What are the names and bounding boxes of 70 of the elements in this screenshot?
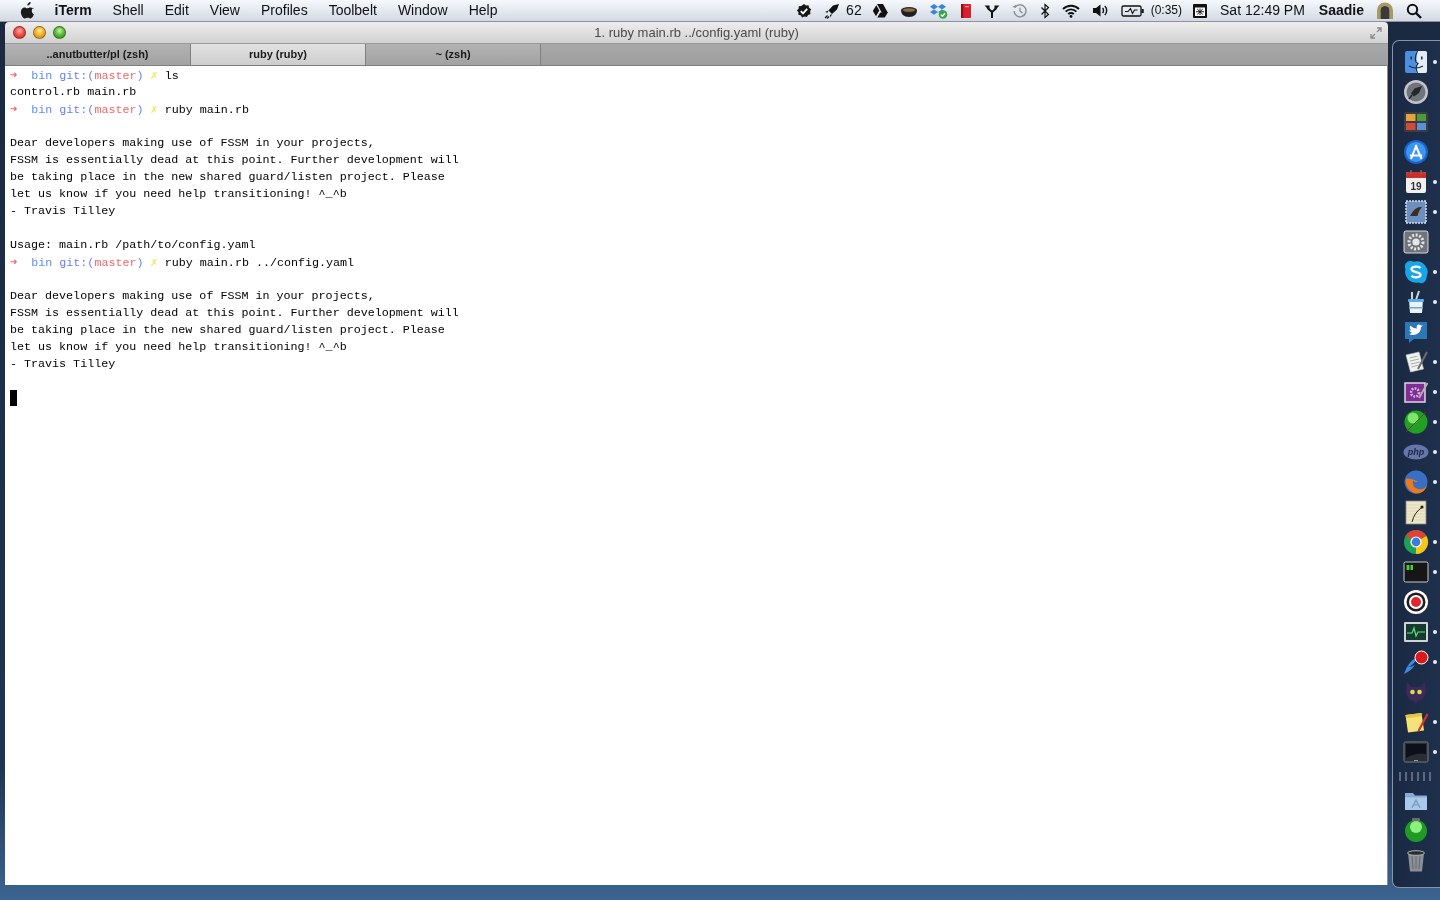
menu-clock[interactable]: Sat 12:49 PM	[1214, 0, 1313, 21]
book-icon[interactable]	[959, 2, 972, 19]
output-line: let us know if you need help transitioning! ^_^b	[10, 186, 348, 203]
prompt-line: ➜ bin git:(master) ✗ ls	[10, 67, 180, 84]
calendar-icon[interactable]: 19	[1403, 169, 1429, 195]
notification-count[interactable]: 62	[846, 0, 866, 21]
output-line: FSSM is essentially dead at this point. Further development will	[10, 305, 460, 322]
chevron-logo-icon[interactable]	[871, 3, 888, 18]
terminal-icon[interactable]	[1403, 559, 1429, 585]
expand-arrows-icon[interactable]	[1370, 26, 1382, 39]
fox-globe-icon[interactable]	[1403, 469, 1429, 495]
check-badge-icon[interactable]	[796, 2, 813, 19]
photo-grid-icon[interactable]	[1403, 109, 1429, 135]
tab[interactable]: ~ (zsh)	[366, 44, 541, 65]
rocket-disc-icon[interactable]	[1403, 79, 1429, 105]
menu-item[interactable]: Toolbelt	[318, 0, 388, 21]
record-ring-icon[interactable]	[1403, 589, 1429, 615]
output-line: - Travis Tilley	[10, 356, 117, 373]
menu-item[interactable]: Shell	[102, 0, 155, 21]
pencil-a-disc-icon[interactable]	[1403, 139, 1429, 165]
text-cursor	[10, 390, 17, 406]
output-line: - Travis Tilley	[10, 203, 117, 220]
s-cloud-icon[interactable]	[1403, 259, 1429, 285]
calendar-grid-icon[interactable]	[1192, 2, 1209, 19]
menu-item[interactable]: View	[199, 0, 251, 21]
menu-item[interactable]: Help	[458, 0, 508, 21]
output-line: control.rb main.rb	[10, 84, 138, 101]
wifi-icon[interactable]	[1061, 3, 1080, 18]
apple-logo-icon[interactable]	[20, 2, 35, 19]
menu-item[interactable]: Edit	[154, 0, 200, 21]
speaker-icon[interactable]	[1091, 3, 1109, 18]
output-line: be taking place in the new shared guard/listen project. Please	[10, 322, 446, 339]
menu-item[interactable]: Profiles	[250, 0, 319, 21]
document-pen-icon[interactable]	[1403, 349, 1429, 375]
user-name[interactable]: Saadie	[1312, 0, 1370, 21]
output-line: FSSM is essentially dead at this point. Further development will	[10, 152, 460, 169]
pulse-monitor-icon[interactable]	[1403, 619, 1429, 645]
stamp-icon[interactable]	[1403, 199, 1429, 225]
prompt-line: ➜ bin git:(master) ✗ ruby main.rb ../config.yaml	[10, 254, 356, 271]
output-line: Usage: main.rb /path/to/config.yaml	[10, 237, 257, 254]
gear-icon[interactable]	[1403, 229, 1429, 255]
tab[interactable]: ruby (ruby)	[191, 44, 366, 65]
app-menu[interactable]: iTerm	[44, 0, 103, 21]
face-tile-icon[interactable]	[1403, 49, 1429, 75]
notepad-lamp-icon[interactable]	[1403, 499, 1429, 525]
arch-icon[interactable]	[1376, 1, 1394, 20]
bluetooth-icon[interactable]	[1039, 2, 1050, 19]
rocket-icon[interactable]	[824, 2, 841, 19]
segmented-disc-icon[interactable]	[1403, 529, 1429, 555]
prompt-line: ➜ bin git:(master) ✗ ruby main.rb	[10, 101, 250, 118]
picture-gear-icon[interactable]	[1403, 379, 1429, 405]
minimize-button[interactable]	[33, 26, 46, 39]
output-line: let us know if you need help transitioning! ^_^b	[10, 339, 348, 356]
diamond-check-icon[interactable]	[929, 2, 948, 19]
comet-icon[interactable]	[1403, 649, 1429, 675]
output-line: Dear developers making use of FSSM in your projects,	[10, 288, 376, 305]
window-title: 1. ruby main.rb ../config.yaml (ruby)	[594, 23, 799, 42]
bird-bubble-icon[interactable]	[1403, 319, 1429, 345]
tab[interactable]: ..anutbutter/pl (zsh)	[5, 44, 191, 65]
output-line: be taking place in the new shared guard/listen project. Please	[10, 169, 446, 186]
search-icon[interactable]	[1406, 2, 1422, 19]
close-button[interactable]	[13, 26, 26, 39]
zoom-button[interactable]	[53, 26, 66, 39]
clock-history-icon[interactable]	[1011, 2, 1028, 19]
battery-time[interactable]: (0:35)	[1150, 0, 1187, 21]
battery-icon[interactable]	[1120, 3, 1145, 18]
output-line: Dear developers making use of FSSM in your projects,	[10, 135, 376, 152]
sphere-icon[interactable]	[1403, 409, 1429, 435]
menu-item[interactable]: Window	[387, 0, 459, 21]
sphere-icon[interactable]	[1403, 817, 1429, 843]
